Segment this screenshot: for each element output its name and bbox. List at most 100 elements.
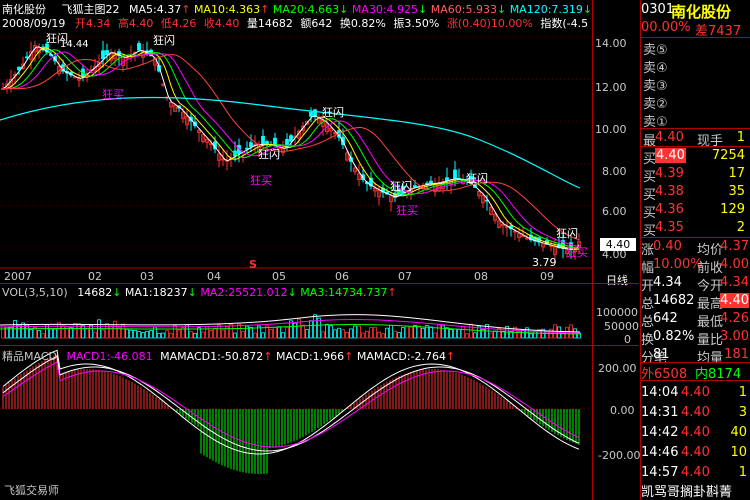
vol-y-tick: 100000 <box>596 306 638 319</box>
vol-ma2: MA2:25521.012 <box>200 286 288 299</box>
chart-area[interactable] <box>0 0 638 500</box>
macd1-value: MACD1:-46.081 <box>66 350 153 363</box>
buy-row-4[interactable]: 买 4.36 129 <box>641 201 749 221</box>
volume-bar <box>385 327 389 339</box>
volume-bar <box>369 327 373 339</box>
vol-title[interactable]: VOL(3,5,10) <box>2 286 68 299</box>
sell-row-1[interactable]: 卖① <box>641 110 749 130</box>
tick-row: 14:04 4.40 1 <box>641 384 750 402</box>
stats-block: 涨 0.40 均价 4.37 幅 10.00% 前收 4.00 开 4.34 今开 4.34 总 1468… <box>641 238 750 366</box>
candle-body <box>105 50 109 56</box>
macd-title[interactable]: 精品MACD <box>2 350 57 363</box>
y-tick-label: 8.00 <box>602 165 627 178</box>
x-tick-label: 09 <box>540 270 554 283</box>
volume-bar <box>89 324 93 339</box>
volume-bar <box>409 326 413 339</box>
stat-value: 0.40 <box>653 239 682 254</box>
buy-price: 4.35 <box>655 220 684 235</box>
volume-bar <box>277 326 281 339</box>
arrow-up-icon: ↑ <box>344 350 354 363</box>
sell-row-5[interactable]: 卖⑤ <box>641 38 749 58</box>
volume-bar <box>17 325 21 339</box>
signal-label: 狂闪 <box>258 148 280 161</box>
chart-svg <box>0 36 592 474</box>
x-tick-label: 02 <box>88 270 102 283</box>
y-tick-label: 10.00 <box>595 123 627 136</box>
tick-row: 14:57 4.40 1 <box>641 464 750 482</box>
macd-y-tick: 0.00 <box>610 404 635 417</box>
buy-price: 4.38 <box>655 184 684 199</box>
volume-bar <box>349 328 353 339</box>
volume-bar <box>321 331 325 339</box>
volume-bar <box>309 320 313 339</box>
x-tick-label: 07 <box>398 270 412 283</box>
quote-panel: 0301 南化股份 00.00% 差7437 卖⑤ 卖④ 卖③ 卖② 卖① 最 … <box>640 0 750 500</box>
tick-time: 14:04 <box>641 385 679 400</box>
open-label: 开4.34 <box>74 17 111 30</box>
stat-value: 0.82% <box>653 329 695 344</box>
tick-row: 14:42 4.40 40 <box>641 424 750 442</box>
volume-bar <box>85 327 89 339</box>
buy-vol: 17 <box>728 166 745 181</box>
buy-row-3[interactable]: 买 4.38 35 <box>641 183 749 203</box>
volume-bar <box>313 314 317 339</box>
volume-bar <box>273 326 277 339</box>
volume-bar <box>61 325 65 339</box>
s-mark: S <box>249 258 257 271</box>
volume-bar <box>353 325 357 339</box>
y-axis-main: 14.00 12.00 10.00 8.00 6.00 4.00 <box>592 0 638 270</box>
buy-label: 狂买 <box>566 246 588 259</box>
stat-row: 开 4.34 今开 4.34 <box>641 274 750 294</box>
signal-label: 狂闪 <box>322 106 344 119</box>
volume-bar <box>269 328 273 339</box>
y-tick-label: 14.00 <box>595 37 627 50</box>
signal-label: 狂闪 <box>466 172 488 185</box>
tick-volume: 40 <box>730 425 747 440</box>
volume-bar <box>193 332 197 339</box>
buy-row-5[interactable]: 买 4.35 2 <box>641 219 749 239</box>
buy-row-1[interactable]: 买 4.40 7254 <box>641 147 749 167</box>
stat-value: 10.00% <box>653 257 703 272</box>
stat-row: 涨 0.40 均价 4.37 <box>641 238 750 258</box>
volume-bar <box>129 329 133 339</box>
tick-list[interactable]: 14:04 4.40 1 14:31 4.40 3 14:42 4.40 40 14:46 4.40… <box>641 381 750 481</box>
amplitude-label: 振3.50% <box>393 17 440 30</box>
buy-price: 4.36 <box>655 202 684 217</box>
volume-bar <box>377 331 381 339</box>
volume-bar <box>441 325 445 339</box>
volume-bar <box>69 327 73 339</box>
volume-bar <box>465 333 469 339</box>
volume-bar <box>201 331 205 339</box>
volume-bar <box>301 324 305 339</box>
volume-bar <box>361 332 365 339</box>
volume-bar <box>21 322 25 339</box>
last-price-row: 最 4.40 现手 1 <box>641 129 749 149</box>
arrow-down-icon: ↓ <box>112 286 122 299</box>
ma10-line <box>3 47 580 250</box>
arrow-down-icon: ↓ <box>187 286 197 299</box>
buy-vol: 2 <box>736 220 745 235</box>
commission-ratio: 00.00% <box>641 20 691 35</box>
sell-row-3[interactable]: 卖③ <box>641 74 749 94</box>
sell-row-2[interactable]: 卖② <box>641 92 749 112</box>
x-tick-label: 04 <box>207 270 221 283</box>
volume-bar <box>289 320 293 339</box>
volume-bar <box>173 325 177 339</box>
volume-bar <box>357 325 361 339</box>
volume-bar <box>469 323 473 339</box>
volume-bar <box>133 329 137 339</box>
ma5-line <box>2 46 580 251</box>
period-label[interactable]: 日线 <box>606 272 628 288</box>
low-label: 低4.26 <box>160 17 197 30</box>
volume-bar <box>521 329 525 339</box>
tick-time: 14:31 <box>641 405 679 420</box>
buy-row-2[interactable]: 买 4.39 17 <box>641 165 749 185</box>
buy-price: 4.39 <box>655 166 684 181</box>
bottom-bar: 凯骂哥搁卦斟菁 <box>641 481 750 500</box>
sell-row-4[interactable]: 卖④ <box>641 56 749 76</box>
volume-bar <box>161 332 165 339</box>
close-label: 收4.40 <box>203 17 240 30</box>
volume-bar <box>57 322 61 339</box>
vol-ma1: MA1:18237 <box>124 286 188 299</box>
x-tick-label: 06 <box>335 270 349 283</box>
